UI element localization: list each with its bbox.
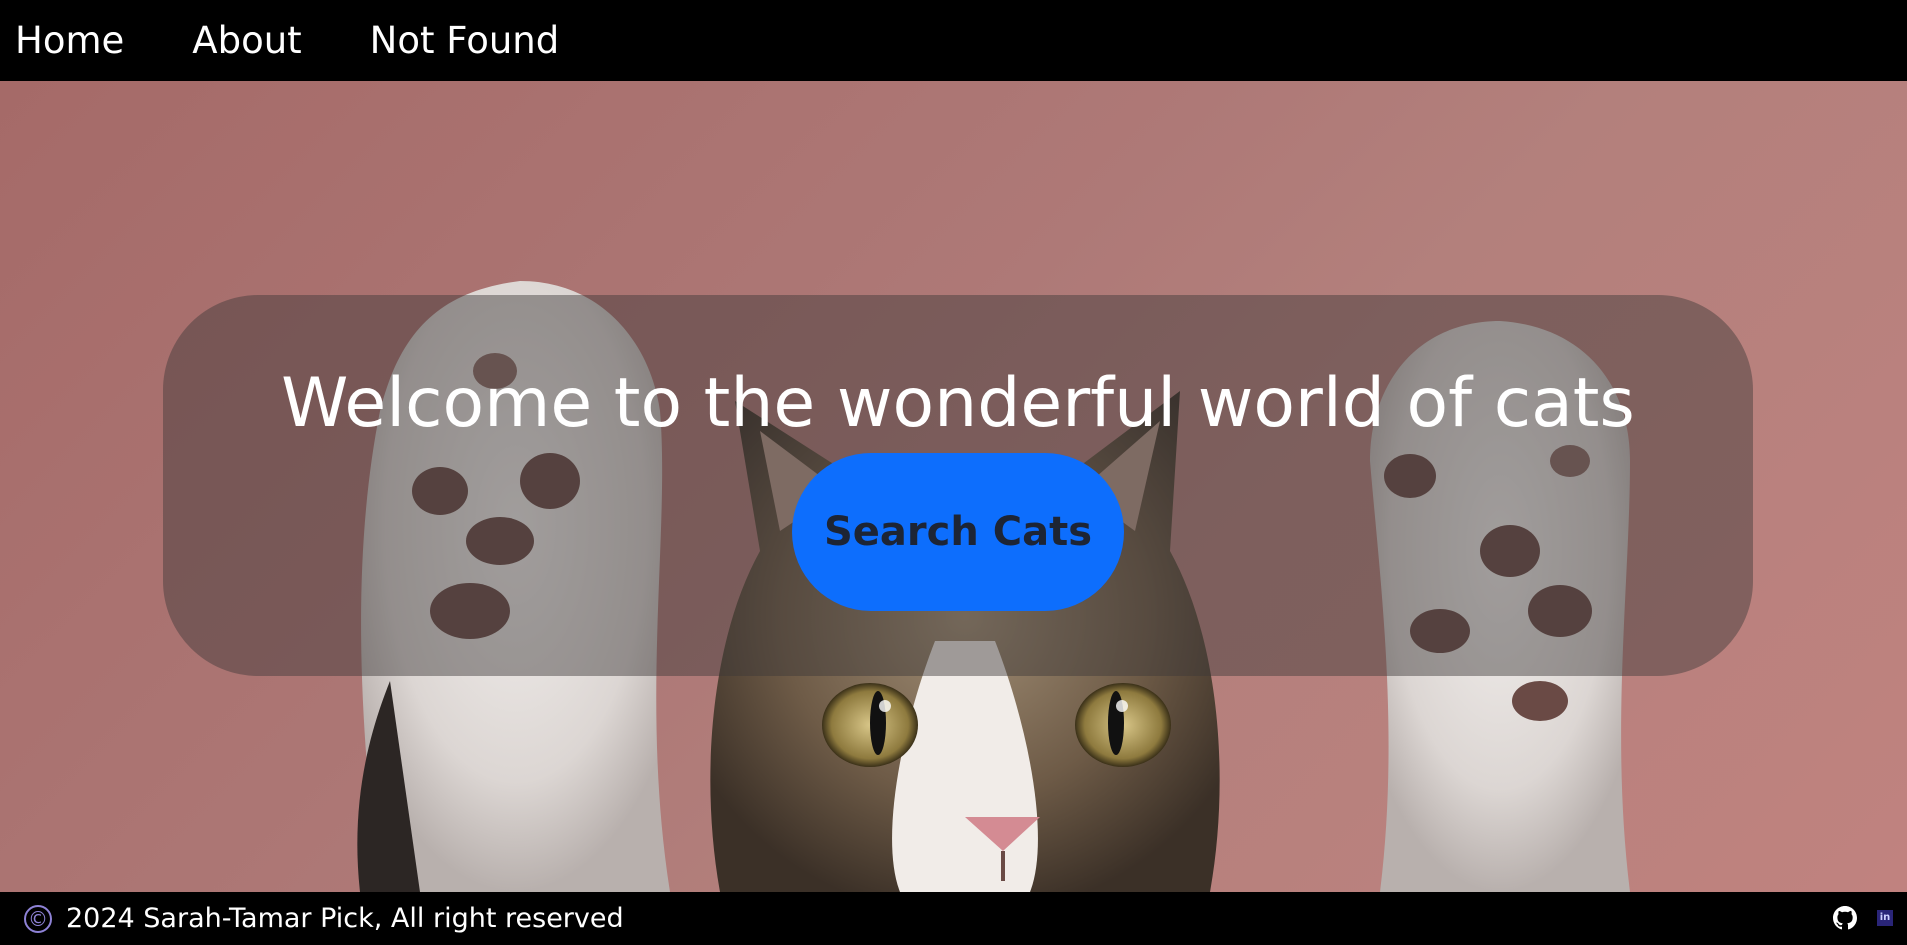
footer-social-links: in <box>1833 906 1893 930</box>
nav-link-about[interactable]: About <box>192 22 301 59</box>
copyright-icon: © <box>24 904 52 933</box>
footer: © 2024 Sarah-Tamar Pick, All right reser… <box>0 892 1907 945</box>
linkedin-icon[interactable]: in <box>1877 910 1893 926</box>
search-cats-button[interactable]: Search Cats <box>792 453 1124 611</box>
hero-title: Welcome to the wonderful world of cats <box>281 364 1635 443</box>
github-icon[interactable] <box>1833 906 1857 930</box>
nav-link-home[interactable]: Home <box>15 22 124 59</box>
hero-section: Welcome to the wonderful world of cats S… <box>0 81 1907 892</box>
page: Home About Not Found Welcome to the wond… <box>0 0 1907 945</box>
top-navbar: Home About Not Found <box>0 0 1907 81</box>
nav-link-not-found[interactable]: Not Found <box>370 22 560 59</box>
footer-copyright-text: 2024 Sarah-Tamar Pick, All right reserve… <box>66 903 624 934</box>
